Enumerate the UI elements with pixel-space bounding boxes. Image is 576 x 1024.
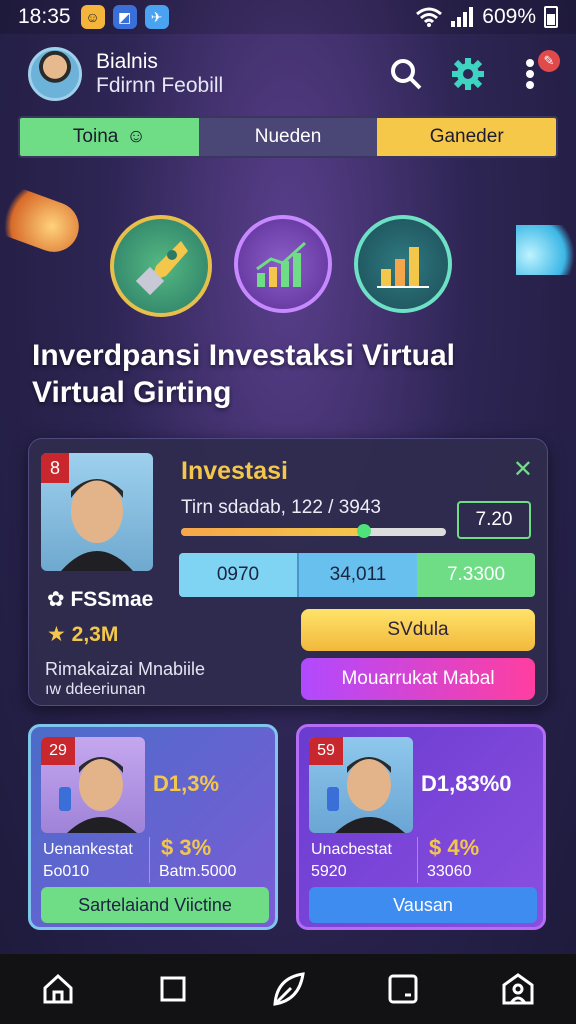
square-icon[interactable] <box>153 969 193 1009</box>
avatar[interactable] <box>28 47 82 101</box>
tab-ganeder[interactable]: Ganeder <box>377 118 556 156</box>
bottom-navigation <box>0 954 576 1024</box>
spotlight-left <box>0 181 86 259</box>
wifi-icon <box>416 7 443 27</box>
card-label: Unacbestat <box>311 841 392 858</box>
card-label: Uenankestat <box>43 841 133 858</box>
money-value: $ 4% <box>429 835 480 860</box>
app-notification-icon: ☺ <box>80 5 105 29</box>
percent-value: D1,83%0 <box>421 771 512 796</box>
investment-option-card: 59 D1,83%0 Unacbestat 5920 $ 4% 33060 Va… <box>296 724 546 930</box>
profile-icon[interactable] <box>498 969 538 1009</box>
figure-icon: ☺ <box>126 126 146 147</box>
flower-icon: ✿ <box>47 588 65 611</box>
divider <box>149 837 150 883</box>
card-title: Investasi <box>181 457 289 485</box>
star-icon: ★ <box>47 623 66 646</box>
player-name-label: FSSmae <box>70 588 154 611</box>
money-subvalue: 33060 <box>427 863 472 880</box>
home-icon[interactable] <box>38 969 78 1009</box>
divider <box>417 837 418 883</box>
user-subtitle: Fdirnn Feobill <box>96 74 224 97</box>
battery-percent: 609% <box>482 5 536 28</box>
user-name: Bialnis <box>96 50 158 73</box>
stat-value: 34,011 <box>297 553 417 597</box>
card-action-button[interactable]: Sartelaiand Viictine <box>41 887 269 923</box>
more-menu-icon[interactable]: ✎ <box>512 50 560 92</box>
status-time: 18:35 <box>18 5 71 28</box>
percent-value: D1,3% <box>153 771 220 796</box>
status-bar: 18:35 ☺ ◩ ✈ 609% <box>0 0 576 34</box>
battery-icon <box>544 6 558 28</box>
card-action-button[interactable]: Vausan <box>309 887 537 923</box>
app-header: Bialnis Fdirnn Feobill ✎ <box>0 34 576 114</box>
card-portrait: 29 <box>41 737 145 833</box>
coin-balance: ★ 2,3M <box>47 622 118 647</box>
stat-value: 7.3300 <box>417 553 535 597</box>
card-sublabel: Бо010 <box>43 863 90 880</box>
tab-nueden[interactable]: Nueden <box>198 118 378 156</box>
secondary-action-button[interactable]: Mouarrukat Mabal <box>301 658 535 700</box>
tab-label: Ganeder <box>429 126 504 147</box>
spotlight-right <box>516 225 576 275</box>
tab-icon[interactable] <box>383 969 423 1009</box>
card-portrait: 59 <box>309 737 413 833</box>
tab-toina[interactable]: Toina ☺ <box>20 118 199 156</box>
description-line-2: ıw ddeeriunan <box>45 681 146 698</box>
bar-chart-icon[interactable] <box>354 215 452 313</box>
alert-icon: ✎ <box>538 50 560 72</box>
rank-badge: 8 <box>41 453 69 483</box>
money-value: $ 3% <box>161 835 212 860</box>
money-subvalue: Batm.5000 <box>159 863 237 880</box>
primary-action-button[interactable]: SVdula <box>301 609 535 651</box>
rank-badge: 29 <box>41 737 75 765</box>
player-name: ✿ FSSmae <box>47 587 153 612</box>
stat-value: 0970 <box>179 553 297 597</box>
investment-option-card: 29 D1,3% Uenankestat Бо010 $ 3% Batm.500… <box>28 724 278 930</box>
close-icon[interactable]: ✕ <box>513 455 533 484</box>
progress-knob[interactable] <box>357 524 371 538</box>
tab-label: Nueden <box>254 126 322 147</box>
rocket-icon[interactable] <box>110 215 212 317</box>
tab-label: Toina <box>72 126 119 147</box>
tab-bar: Toina ☺ Nueden Ganeder <box>18 116 558 158</box>
signal-icon <box>451 7 474 27</box>
leaf-icon[interactable] <box>268 969 308 1009</box>
card-sublabel: 5920 <box>311 863 347 880</box>
description-line-1: Rimakaizai Mnabiile <box>45 659 206 679</box>
progress-text: Tirn sdadab, 122 / 3943 <box>181 497 381 518</box>
stat-strip: 0970 34,011 7.3300 <box>179 553 535 597</box>
rank-badge: 59 <box>309 737 343 765</box>
profile-portrait: 8 <box>41 453 153 571</box>
coin-amount: 2,3M <box>71 623 119 646</box>
investment-card: 8 Investasi ✕ Tirn sdadab, 122 / 3943 7.… <box>28 438 548 706</box>
user-info: Bialnis Fdirnn Feobill <box>96 50 223 98</box>
growth-chart-icon[interactable] <box>234 215 332 313</box>
app-plane-icon: ✈ <box>144 5 169 29</box>
search-icon[interactable] <box>388 56 424 92</box>
page-title: Inverdpansi Investaksi Virtual Virtual G… <box>32 339 455 409</box>
hero-banner: Inverdpansi Investaksi Virtual Virtual G… <box>0 165 576 435</box>
progress-fill <box>181 528 364 536</box>
app-square-icon: ◩ <box>112 5 137 29</box>
value-display: 7.20 <box>457 501 531 539</box>
progress-bar <box>181 524 446 538</box>
gear-icon[interactable] <box>450 56 486 92</box>
